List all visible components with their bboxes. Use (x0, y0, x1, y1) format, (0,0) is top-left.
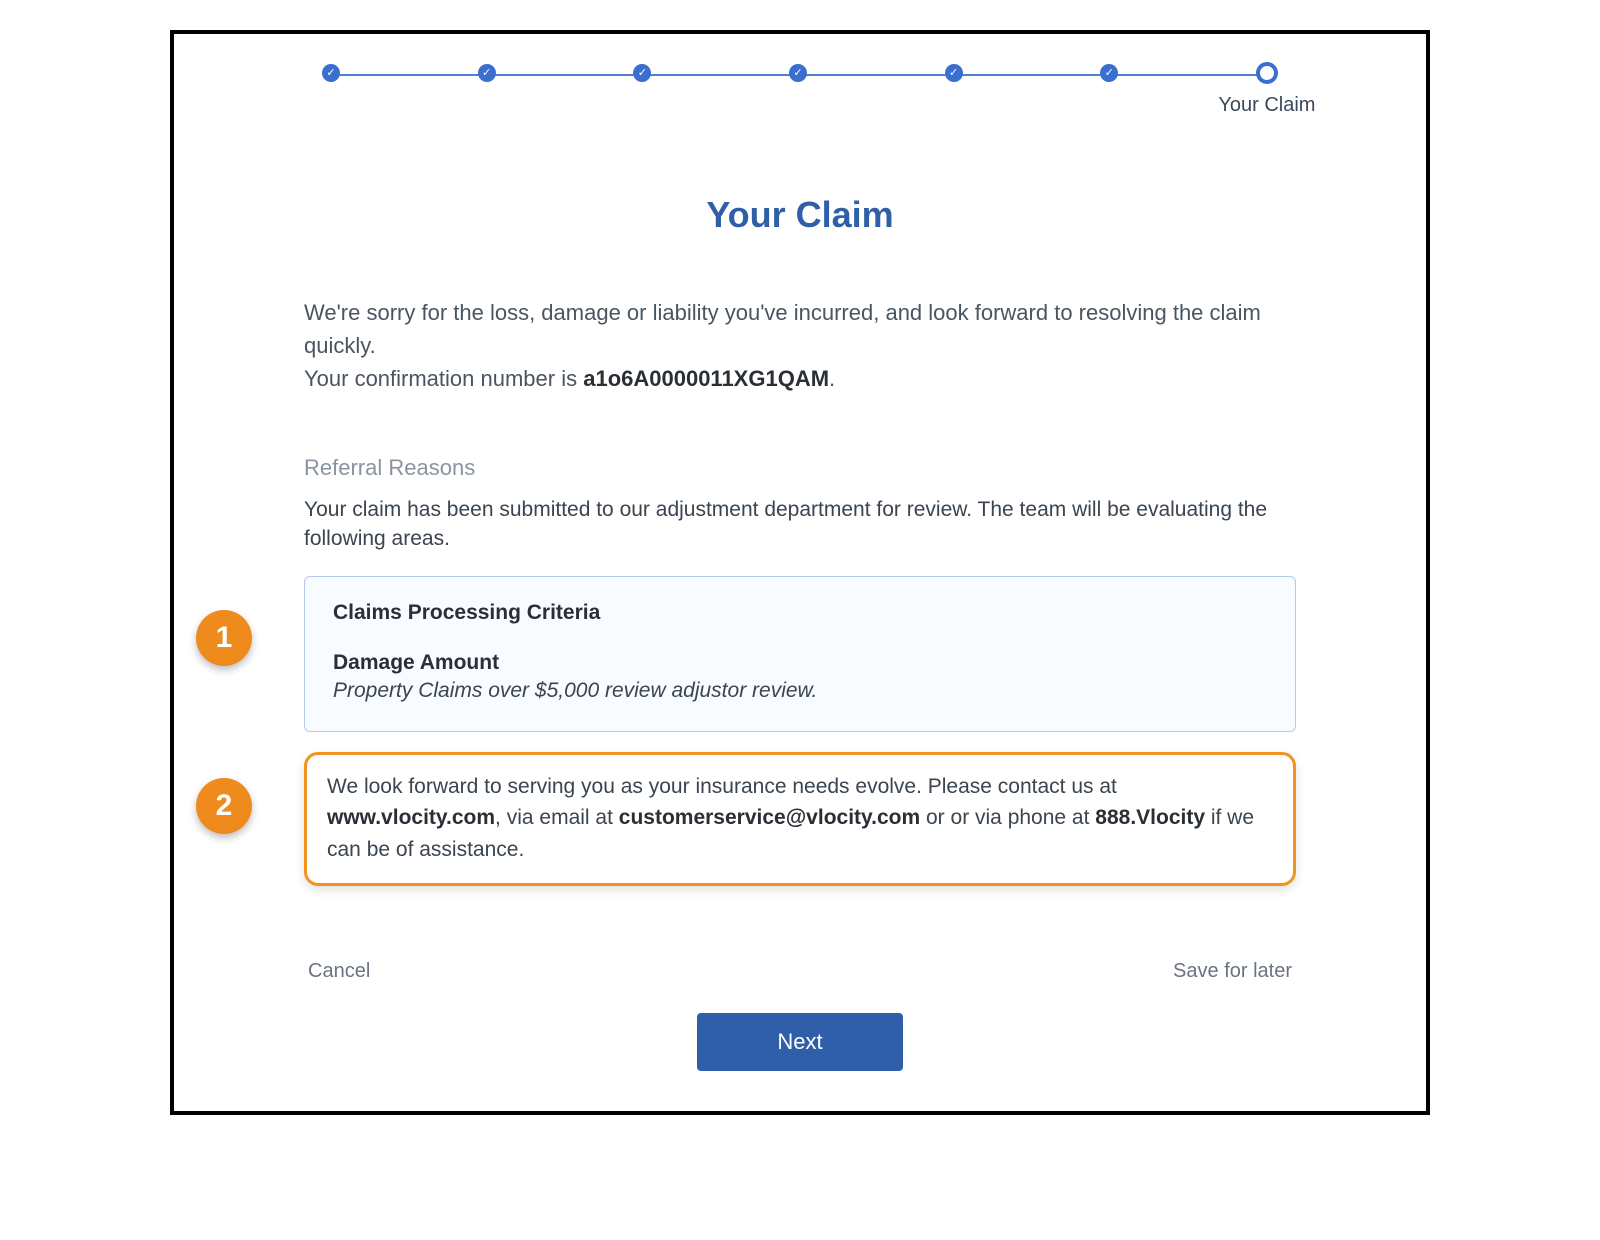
content-area: We're sorry for the loss, damage or liab… (304, 296, 1296, 886)
confirmation-number: a1o6A0000011XG1QAM (583, 366, 829, 391)
step-1-complete[interactable]: ✓ (322, 64, 340, 82)
criteria-header: Claims Processing Criteria (333, 601, 1267, 625)
step-4-complete[interactable]: ✓ (789, 64, 807, 82)
criteria-item-title: Damage Amount (333, 651, 1267, 675)
check-icon: ✓ (1105, 68, 1114, 79)
next-row: Next (174, 1013, 1426, 1071)
footer-actions: Cancel Save for later (304, 956, 1296, 987)
cancel-button[interactable]: Cancel (304, 956, 374, 987)
check-icon: ✓ (638, 68, 647, 79)
annotation-badge-2: 2 (196, 778, 252, 834)
claim-confirmation-screen: ✓ ✓ ✓ ✓ ✓ ✓ Your Claim Your Claim We're … (170, 30, 1430, 1115)
step-3-complete[interactable]: ✓ (633, 64, 651, 82)
intro-line2-prefix: Your confirmation number is (304, 366, 583, 391)
contact-email: customerservice@vlocity.com (619, 806, 920, 829)
annotation-badge-1: 1 (196, 610, 252, 666)
step-7-current[interactable]: Your Claim (1256, 62, 1278, 84)
step-6-complete[interactable]: ✓ (1100, 64, 1118, 82)
contact-text-2: , via email at (495, 806, 619, 829)
contact-text-1: We look forward to serving you as your i… (327, 775, 1117, 798)
step-2-complete[interactable]: ✓ (478, 64, 496, 82)
referral-reasons-label: Referral Reasons (304, 455, 1296, 481)
contact-phone: 888.Vlocity (1095, 806, 1205, 829)
check-icon: ✓ (482, 68, 491, 79)
next-button[interactable]: Next (697, 1013, 902, 1071)
save-for-later-button[interactable]: Save for later (1169, 956, 1296, 987)
contact-website: www.vlocity.com (327, 806, 495, 829)
claims-criteria-box: Claims Processing Criteria Damage Amount… (304, 576, 1296, 732)
criteria-item-desc: Property Claims over $5,000 review adjus… (333, 679, 1267, 703)
intro-line2-suffix: . (829, 366, 835, 391)
step-5-complete[interactable]: ✓ (945, 64, 963, 82)
wizard-stepper: ✓ ✓ ✓ ✓ ✓ ✓ Your Claim (274, 64, 1326, 124)
contact-info-box: We look forward to serving you as your i… (304, 752, 1296, 887)
stepper-nodes: ✓ ✓ ✓ ✓ ✓ ✓ Your Claim (274, 64, 1326, 84)
step-current-label: Your Claim (1218, 94, 1315, 117)
check-icon: ✓ (793, 68, 802, 79)
check-icon: ✓ (326, 68, 335, 79)
referral-reasons-subtext: Your claim has been submitted to our adj… (304, 495, 1296, 554)
intro-line1: We're sorry for the loss, damage or liab… (304, 300, 1261, 358)
check-icon: ✓ (949, 68, 958, 79)
page-title: Your Claim (174, 194, 1426, 236)
contact-text-3: or or via phone at (920, 806, 1095, 829)
intro-text: We're sorry for the loss, damage or liab… (304, 296, 1296, 395)
